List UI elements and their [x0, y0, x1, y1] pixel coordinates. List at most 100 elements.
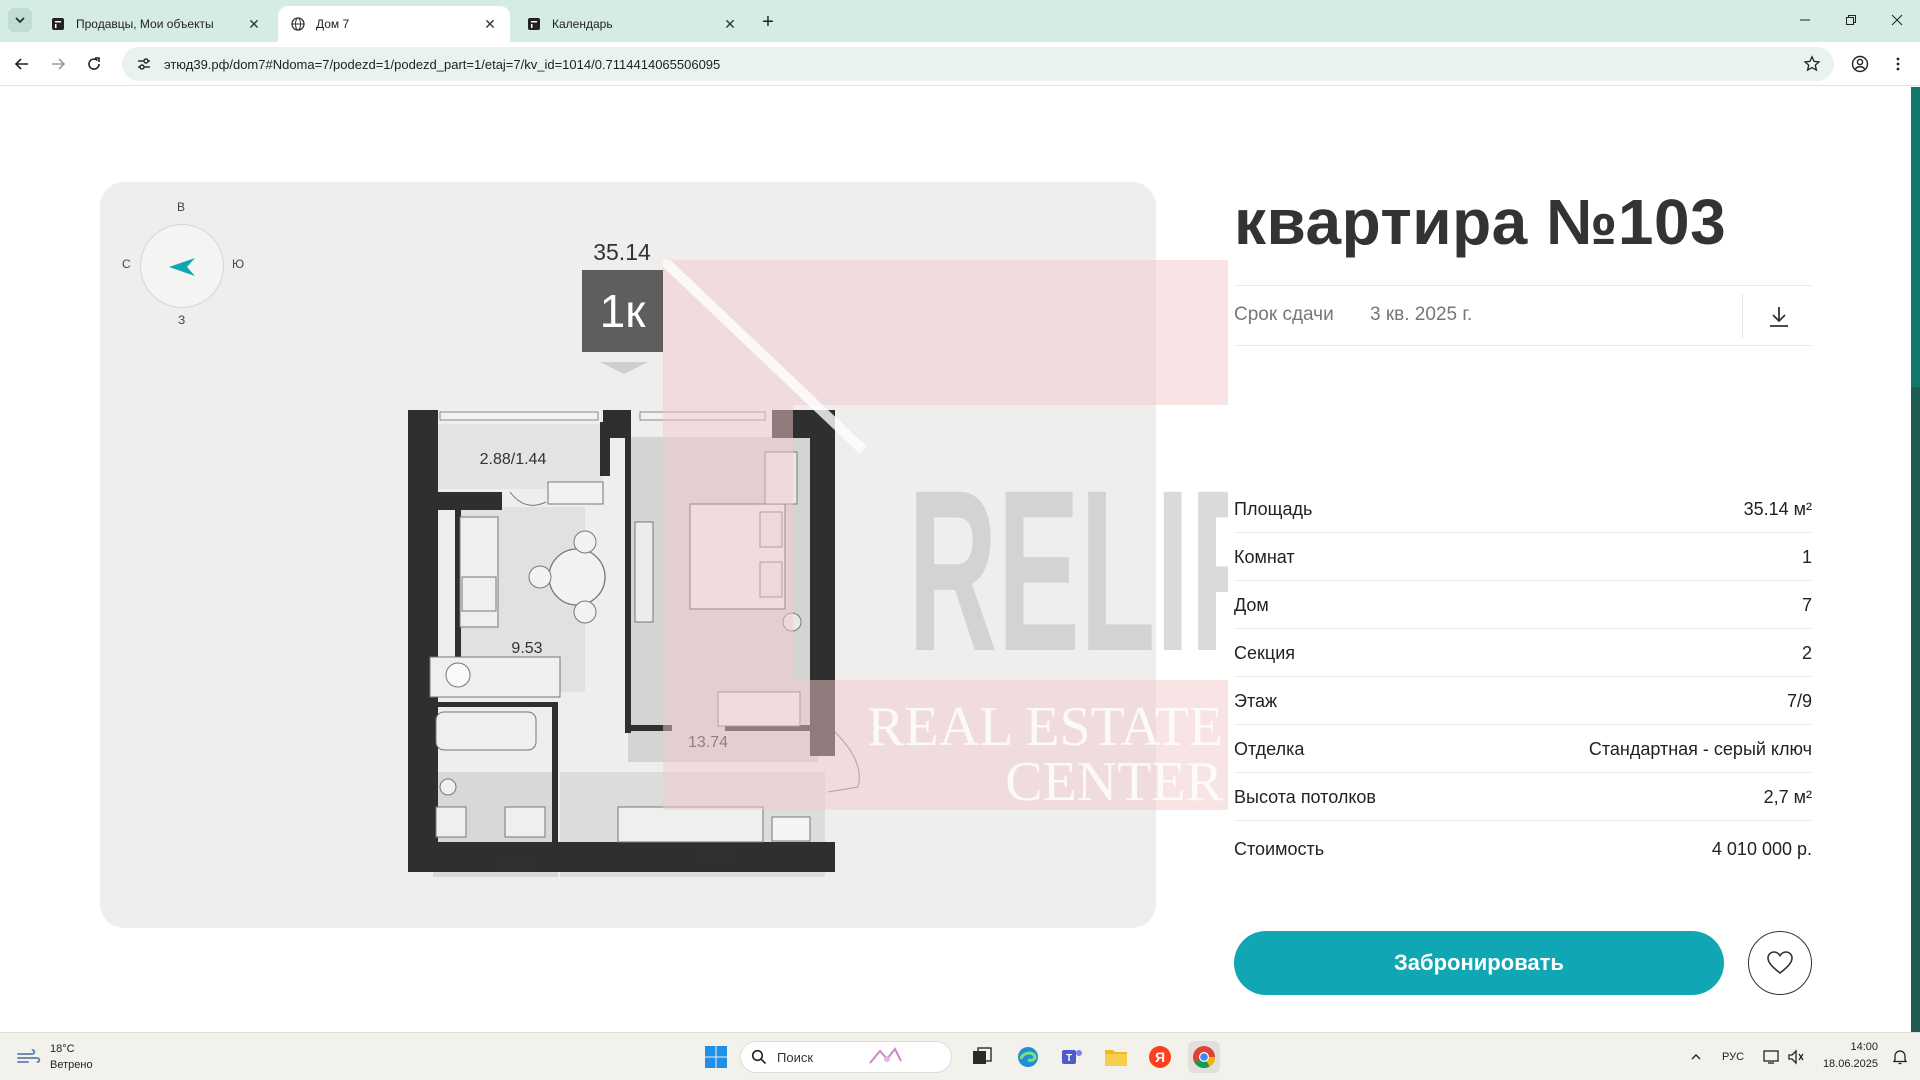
yandex-taskbar-button[interactable]: Я	[1144, 1041, 1176, 1073]
tray-overflow-button[interactable]	[1680, 1041, 1712, 1073]
book-button[interactable]: Забронировать	[1234, 931, 1724, 995]
notifications-button[interactable]	[1884, 1041, 1916, 1073]
chrome-taskbar-button[interactable]	[1188, 1041, 1220, 1073]
doc-favicon-icon	[50, 16, 66, 32]
task-view-icon	[973, 1047, 992, 1064]
page-scrollbar[interactable]	[1911, 87, 1920, 1032]
search-highlight-icon	[869, 1047, 902, 1064]
forward-button[interactable]	[44, 50, 72, 78]
new-tab-button[interactable]: +	[756, 10, 780, 34]
reload-icon	[88, 57, 100, 70]
svg-text:T: T	[1066, 1053, 1072, 1064]
arrow-right-icon	[52, 58, 66, 70]
volume-button[interactable]	[1780, 1041, 1812, 1073]
profile-icon	[1851, 55, 1869, 73]
restore-icon	[1846, 15, 1856, 25]
spec-row-ceiling: Высота потолков 2,7 м²	[1234, 773, 1812, 821]
edge-taskbar-button[interactable]	[1012, 1041, 1044, 1073]
compass-south-label: З	[178, 313, 186, 327]
badge-pointer	[600, 362, 648, 374]
deadline-row: Срок сдачи 3 кв. 2025 г.	[1234, 285, 1812, 346]
site-info-icon[interactable]	[136, 56, 152, 72]
spec-row-rooms: Комнат 1	[1234, 533, 1812, 581]
close-tab-icon[interactable]: ✕	[482, 16, 498, 32]
arrow-left-icon	[14, 58, 28, 70]
reload-button[interactable]	[80, 50, 108, 78]
clock-date[interactable]: 18.06.2025	[1818, 1058, 1878, 1070]
spec-value: 2	[1801, 643, 1812, 663]
browser-menu-button[interactable]	[1884, 50, 1912, 78]
weather-description: Ветрено	[50, 1059, 93, 1071]
language-indicator[interactable]: РУС	[1722, 1051, 1744, 1063]
price-label: Стоимость	[1234, 839, 1325, 859]
spec-label: Дом	[1234, 595, 1269, 615]
back-button[interactable]	[8, 50, 36, 78]
close-window-button[interactable]	[1874, 0, 1920, 40]
spec-label: Этаж	[1234, 691, 1278, 711]
search-placeholder: Поиск	[777, 1049, 814, 1065]
task-view-button[interactable]	[966, 1041, 998, 1073]
clock-time[interactable]: 14:00	[1846, 1041, 1878, 1053]
tab-dom7[interactable]: Дом 7 ✕	[278, 6, 510, 42]
teams-taskbar-button[interactable]: T	[1056, 1041, 1088, 1073]
close-tab-icon[interactable]: ✕	[722, 16, 738, 32]
more-vertical-icon	[1896, 57, 1900, 71]
windows-logo-icon	[705, 1046, 727, 1068]
spec-row-floor: Этаж 7/9	[1234, 677, 1812, 725]
floor-plan: 2.88/1.44 9.53 13.74 6.65 3.78	[408, 410, 860, 877]
edge-icon	[1018, 1047, 1038, 1067]
area-bathroom: 3.78	[500, 857, 531, 874]
tab-title: Календарь	[552, 17, 613, 31]
wind-icon[interactable]	[16, 1047, 42, 1067]
heart-icon	[1767, 951, 1793, 975]
chevron-down-icon	[15, 17, 25, 24]
spec-row-finish: Отделка Стандартная - серый ключ	[1234, 725, 1812, 773]
compass-north-label: В	[177, 200, 186, 214]
spec-value: 7	[1801, 595, 1812, 615]
spec-value: Стандартная - серый ключ	[1588, 739, 1812, 759]
browser-tab-bar: Продавцы, Мои объекты ✕ Дом 7 ✕ Календар…	[0, 0, 1920, 42]
favorite-button[interactable]	[1748, 931, 1812, 995]
tab-title: Продавцы, Мои объекты	[76, 17, 214, 31]
taskbar-search[interactable]: Поиск	[740, 1041, 952, 1073]
search-icon	[751, 1049, 767, 1065]
address-bar[interactable]: этюд39.рф/dom7#Ndoma=7/podezd=1/podezd_p…	[122, 47, 1834, 81]
tab-search-button[interactable]	[8, 8, 32, 32]
download-button[interactable]	[1762, 300, 1796, 334]
total-area-label: 35.14	[593, 239, 651, 265]
spec-row-area: Площадь 35.14 м²	[1234, 485, 1812, 533]
spec-label: Площадь	[1234, 499, 1313, 519]
tab-calendar[interactable]: Календарь ✕	[514, 6, 750, 42]
spec-label: Высота потолков	[1234, 787, 1376, 807]
bookmark-star-icon[interactable]	[1802, 54, 1822, 74]
start-button[interactable]	[700, 1041, 732, 1073]
doc-favicon-icon	[526, 16, 542, 32]
windows-taskbar: 18°C Ветрено Поиск T Я РУС 14:00 18.06.2…	[0, 1032, 1920, 1080]
apartment-title: квартира №103	[1234, 186, 1727, 258]
area-hall: 6.65	[700, 849, 731, 866]
yandex-icon: Я	[1149, 1046, 1171, 1068]
close-tab-icon[interactable]: ✕	[246, 16, 262, 32]
area-balcony: 2.88/1.44	[480, 451, 547, 468]
tab-sellers[interactable]: Продавцы, Мои объекты ✕	[38, 6, 274, 42]
browser-toolbar: этюд39.рф/dom7#Ndoma=7/podezd=1/podezd_p…	[0, 42, 1920, 86]
price-value: 4 010 000 р.	[1711, 839, 1812, 859]
notification-bell-icon	[1892, 1050, 1908, 1065]
spec-label: Секция	[1234, 643, 1295, 663]
spec-value: 2,7 м²	[1763, 787, 1812, 807]
scrollbar-thumb[interactable]	[1911, 87, 1920, 387]
spec-row-section: Секция 2	[1234, 629, 1812, 677]
chrome-icon	[1193, 1046, 1215, 1068]
area-bedroom: 13.74	[688, 734, 728, 751]
minimize-icon	[1800, 19, 1810, 21]
svg-text:Я: Я	[1155, 1049, 1165, 1065]
area-kitchen: 9.53	[511, 640, 542, 657]
file-explorer-taskbar-button[interactable]	[1100, 1041, 1132, 1073]
minimize-button[interactable]	[1782, 0, 1828, 40]
specs-list: Площадь 35.14 м² Комнат 1 Дом 7 Секция 2…	[1234, 485, 1812, 821]
spec-value: 1	[1801, 547, 1812, 567]
url-text: этюд39.рф/dom7#Ndoma=7/podezd=1/podezd_p…	[164, 56, 721, 72]
profile-button[interactable]	[1846, 50, 1874, 78]
restore-button[interactable]	[1828, 0, 1874, 40]
teams-icon: T	[1062, 1050, 1082, 1064]
